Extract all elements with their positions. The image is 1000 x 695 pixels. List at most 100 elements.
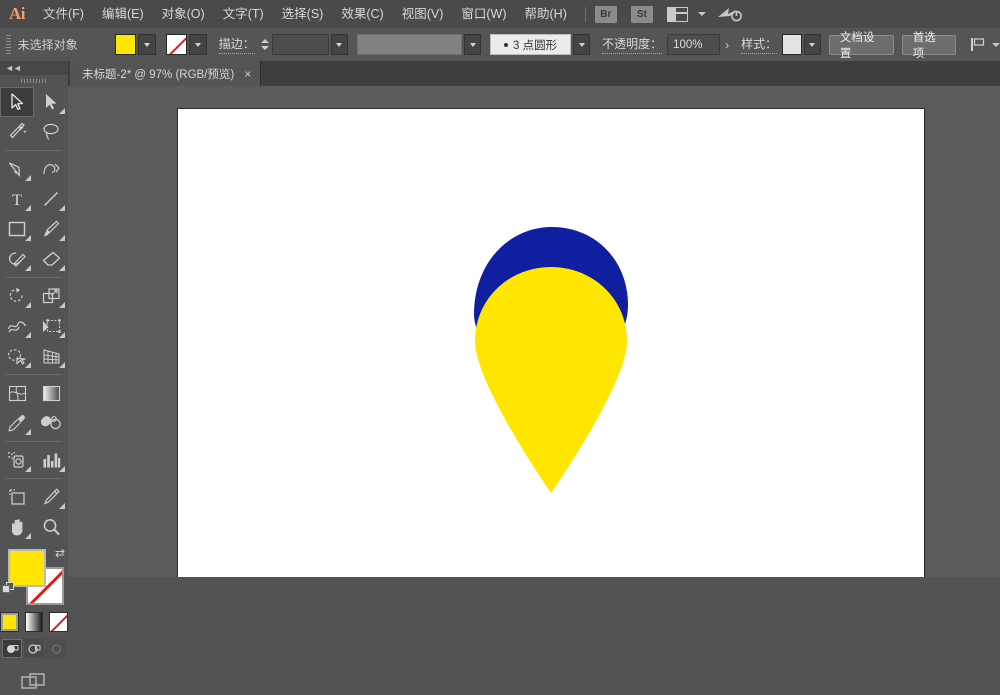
document-tab[interactable]: 未标题-2* @ 97% (RGB/预览) × <box>70 61 261 86</box>
canvas-area[interactable] <box>68 86 1000 577</box>
draw-mode-buttons <box>0 639 68 658</box>
tool-divider <box>6 441 62 442</box>
hand-tool[interactable] <box>0 512 34 542</box>
fill-dropdown-button[interactable] <box>138 34 156 55</box>
shaper-tool[interactable] <box>0 244 34 274</box>
blend-tool[interactable] <box>34 408 68 438</box>
mesh-tool[interactable] <box>0 378 34 408</box>
type-tool[interactable]: T <box>0 184 34 214</box>
style-label[interactable]: 样式： <box>741 35 777 54</box>
color-swatch-button[interactable] <box>0 612 19 632</box>
opacity-input[interactable]: 100% <box>667 34 720 55</box>
width-tool[interactable] <box>0 311 34 341</box>
direct-selection-tool[interactable] <box>34 87 68 117</box>
menu-select[interactable]: 选择(S) <box>273 0 333 28</box>
artboard[interactable] <box>177 108 925 577</box>
pen-tool[interactable] <box>0 154 34 184</box>
menu-view[interactable]: 视图(V) <box>393 0 453 28</box>
graphic-style-swatch[interactable] <box>782 34 802 55</box>
menu-help[interactable]: 帮助(H) <box>516 0 576 28</box>
opacity-expand-icon[interactable]: › <box>725 38 729 52</box>
change-screen-mode-icon[interactable] <box>21 672 47 695</box>
brush-definition-dropdown-button[interactable] <box>573 34 590 55</box>
stroke-weight-dropdown-button[interactable] <box>331 34 348 55</box>
eyedropper-tool[interactable] <box>0 408 34 438</box>
swap-fill-stroke-icon[interactable]: ⇄ <box>55 546 65 560</box>
menu-bar: Ai 文件(F) 编辑(E) 对象(O) 文字(T) 选择(S) 效果(C) 视… <box>0 0 1000 29</box>
draw-behind-button[interactable] <box>24 639 44 658</box>
double-chevron-left-icon[interactable]: ◄◄ <box>5 63 21 73</box>
chevron-down-icon[interactable] <box>698 12 706 16</box>
shape-builder-tool[interactable] <box>0 341 34 371</box>
tool-divider <box>6 374 62 375</box>
fill-stroke-control: ⇄ <box>0 546 68 608</box>
line-segment-tool[interactable] <box>34 184 68 214</box>
menu-file[interactable]: 文件(F) <box>34 0 93 28</box>
rotate-tool[interactable] <box>0 281 34 311</box>
menu-edit[interactable]: 编辑(E) <box>93 0 153 28</box>
free-transform-tool[interactable] <box>34 311 68 341</box>
graphic-style-dropdown-button[interactable] <box>804 34 821 55</box>
selection-status: 未选择对象 <box>18 36 115 53</box>
zoom-tool[interactable] <box>34 512 68 542</box>
creative-cloud-icon[interactable] <box>716 5 742 23</box>
yellow-teardrop-shape[interactable] <box>475 267 627 493</box>
width-profile-dropdown-button[interactable] <box>464 34 481 55</box>
align-to-artboard-icon[interactable] <box>970 37 986 52</box>
artboard-tool[interactable] <box>0 482 34 512</box>
preferences-button[interactable]: 首选项 <box>902 35 956 55</box>
bridge-button[interactable]: Br <box>595 6 617 23</box>
default-fill-stroke-icon[interactable] <box>2 582 15 595</box>
tool-panel-grip[interactable] <box>0 75 68 87</box>
magic-wand-tool[interactable] <box>0 117 34 147</box>
selection-tool[interactable] <box>0 87 34 117</box>
stroke-dropdown-button[interactable] <box>189 34 207 55</box>
symbol-sprayer-tool[interactable] <box>0 445 34 475</box>
illustrator-window: Ai 文件(F) 编辑(E) 对象(O) 文字(T) 选择(S) 效果(C) 视… <box>0 0 1000 577</box>
stroke-weight-stepper[interactable] <box>260 35 270 55</box>
none-button[interactable] <box>49 612 68 632</box>
scale-tool[interactable] <box>34 281 68 311</box>
stroke-weight-input[interactable] <box>272 34 329 55</box>
chevron-down-icon <box>470 43 476 47</box>
brush-definition-input[interactable]: 3 点圆形 <box>490 34 571 55</box>
paintbrush-tool[interactable] <box>34 214 68 244</box>
fill-control[interactable] <box>115 34 156 55</box>
close-icon[interactable]: × <box>244 68 251 80</box>
tool-panel-header[interactable]: ◄◄ <box>0 61 68 75</box>
stroke-swatch[interactable] <box>166 34 187 55</box>
menu-effect[interactable]: 效果(C) <box>332 0 392 28</box>
artwork <box>178 109 924 577</box>
fill-swatch[interactable] <box>115 34 136 55</box>
control-bar-grip[interactable] <box>6 35 11 54</box>
menu-object[interactable]: 对象(O) <box>153 0 214 28</box>
stock-button[interactable]: St <box>631 6 653 23</box>
perspective-grid-tool[interactable] <box>34 341 68 371</box>
eraser-tool[interactable] <box>34 244 68 274</box>
menu-type[interactable]: 文字(T) <box>214 0 273 28</box>
gradient-tool[interactable] <box>34 378 68 408</box>
column-graph-tool[interactable] <box>34 445 68 475</box>
chevron-down-icon[interactable] <box>992 43 1000 47</box>
brush-dot-icon <box>504 43 508 47</box>
curvature-tool[interactable] <box>34 154 68 184</box>
opacity-label[interactable]: 不透明度： <box>602 35 662 54</box>
screen-mode-control <box>0 672 68 695</box>
stroke-weight-label[interactable]: 描边： <box>219 35 255 54</box>
lasso-tool[interactable] <box>34 117 68 147</box>
document-tab-title: 未标题-2* @ 97% (RGB/预览) <box>82 66 234 82</box>
draw-inside-button[interactable] <box>46 639 66 658</box>
rectangle-tool[interactable] <box>0 214 34 244</box>
slice-tool[interactable] <box>34 482 68 512</box>
draw-normal-button[interactable] <box>2 639 22 658</box>
chevron-down-icon <box>144 43 150 47</box>
document-setup-button[interactable]: 文档设置 <box>829 35 894 55</box>
color-mode-buttons <box>0 612 68 632</box>
stroke-control[interactable] <box>166 34 207 55</box>
width-profile-input[interactable] <box>357 34 462 55</box>
menu-window[interactable]: 窗口(W) <box>452 0 515 28</box>
tool-divider <box>6 150 62 151</box>
workspace-layout-icon[interactable] <box>667 7 688 22</box>
tool-panel: ◄◄ <box>0 61 69 577</box>
gradient-button[interactable] <box>25 612 44 632</box>
